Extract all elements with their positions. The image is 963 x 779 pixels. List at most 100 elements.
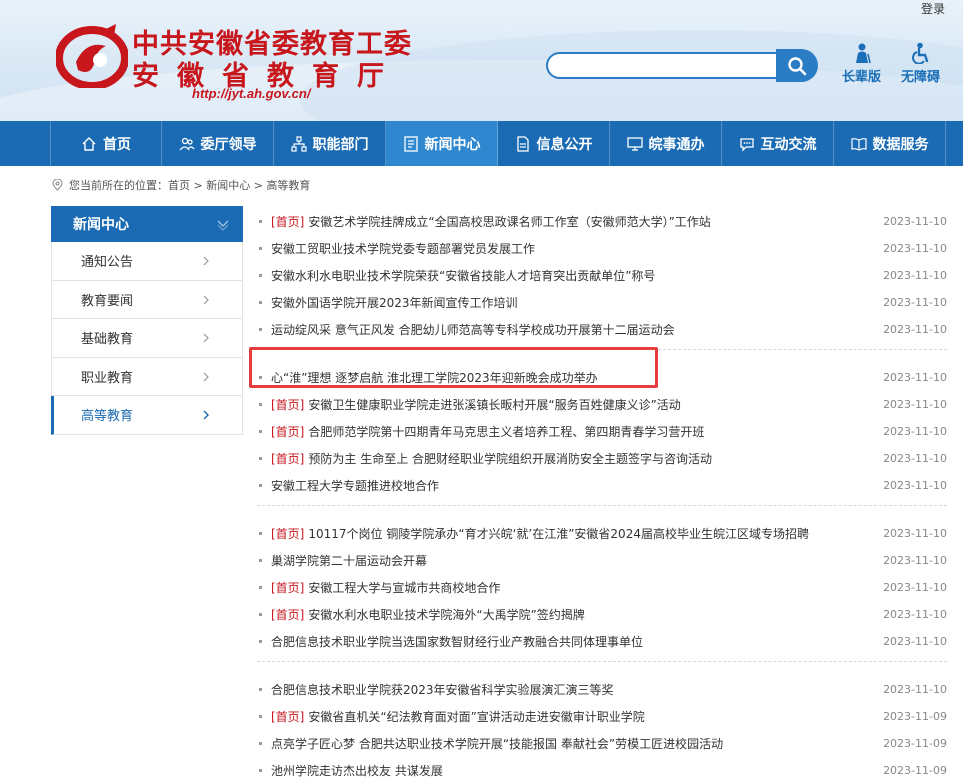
homepage-tag: [首页] — [271, 710, 305, 724]
logo-emblem-icon[interactable] — [56, 22, 128, 88]
news-title-link[interactable]: 运动绽风采 意气正风发 合肥幼儿师范高等专科学校成功开展第十二届运动会 — [271, 321, 675, 338]
bullet-icon — [259, 688, 262, 691]
nav-label: 互动交流 — [760, 136, 817, 153]
news-date: 2023-11-10 — [883, 554, 947, 567]
accessibility-button[interactable]: 无障碍 — [901, 42, 940, 85]
sidebar-item-education-news[interactable]: 教育要闻 — [51, 280, 243, 319]
sidebar-title-text: 新闻中心 — [73, 217, 129, 233]
news-date: 2023-11-10 — [883, 683, 947, 696]
nav-label: 首页 — [103, 136, 131, 153]
news-group: [首页] 10117个岗位 铜陵学院承办“育才兴皖‘就’在江淮”安徽省2024届高… — [257, 520, 947, 662]
main-nav: 首页 委厅领导 职能部门 新闻中心 信息公开 皖事通办 互动交流 数据服务 — [0, 121, 963, 166]
search-input[interactable] — [546, 52, 778, 79]
site-header: 登录 中共安徽省委教育工委 安徽省教育厅 http://jyt.ah.gov.c… — [0, 0, 963, 121]
homepage-tag: [首页] — [271, 527, 305, 541]
bullet-icon — [259, 769, 262, 772]
news-title-link[interactable]: 安徽外国语学院开展2023年新闻宣传工作培训 — [271, 294, 518, 311]
homepage-tag: [首页] — [271, 581, 305, 595]
news-title-link[interactable]: 点亮学子匠心梦 合肥共达职业技术学院开展“技能报国 奉献社会”劳模工匠进校园活动 — [271, 735, 723, 752]
elder-mode-button[interactable]: 长辈版 — [842, 42, 881, 85]
nav-item-leaders[interactable]: 委厅领导 — [162, 121, 274, 166]
sidebar-item-vocational-education[interactable]: 职业教育 — [51, 357, 243, 396]
news-title-link[interactable]: 安徽工程大学专题推进校地合作 — [271, 477, 439, 494]
news-item[interactable]: 安徽外国语学院开展2023年新闻宣传工作培训 2023-11-10 — [257, 289, 947, 316]
news-title-link[interactable]: 安徽卫生健康职业学院走进张溪镇长畈村开展“服务百姓健康义诊”活动 — [308, 396, 680, 413]
sidebar-item-label: 通知公告 — [81, 255, 134, 271]
news-title-link[interactable]: 安徽省直机关“纪法教育面对面”宣讲活动走进安徽审计职业学院 — [308, 708, 644, 725]
breadcrumb-prefix: 您当前所在的位置： — [69, 179, 168, 192]
location-pin-icon — [52, 179, 63, 191]
monitor-icon — [626, 136, 643, 151]
news-date: 2023-11-10 — [883, 452, 947, 465]
nav-item-departments[interactable]: 职能部门 — [274, 121, 386, 166]
elder-icon — [855, 43, 871, 64]
news-item[interactable]: 池州学院走访杰出校友 共谋发展 2023-11-09 — [257, 757, 947, 779]
breadcrumb-path[interactable]: 首页 > 新闻中心 > 高等教育 — [168, 177, 310, 193]
sidebar-item-label: 基础教育 — [81, 332, 134, 348]
news-title-link[interactable]: 巢湖学院第二十届运动会开幕 — [271, 552, 427, 569]
accessibility-icon — [911, 42, 928, 64]
news-title-link[interactable]: 合肥师范学院第十四期青年马克思主义者培养工程、第四期青春学习营开班 — [308, 423, 704, 440]
sidebar-item-label: 高等教育 — [81, 409, 134, 425]
bullet-icon — [259, 430, 262, 433]
news-item[interactable]: [首页] 安徽卫生健康职业学院走进张溪镇长畈村开展“服务百姓健康义诊”活动 2023… — [257, 391, 947, 418]
home-icon — [82, 136, 96, 151]
chevron-right-icon — [203, 295, 209, 304]
nav-item-info[interactable]: 信息公开 — [498, 121, 610, 166]
news-title-link[interactable]: 池州学院走访杰出校友 共谋发展 — [271, 762, 443, 779]
nav-item-news[interactable]: 新闻中心 — [386, 121, 498, 166]
news-item[interactable]: 运动绽风采 意气正风发 合肥幼儿师范高等专科学校成功开展第十二届运动会 2023-… — [257, 316, 947, 343]
chevron-right-icon — [203, 333, 209, 343]
nav-label: 新闻中心 — [424, 136, 481, 153]
news-item[interactable]: 安徽工贸职业技术学院党委专题部署党员发展工作 2023-11-10 — [257, 235, 947, 262]
bullet-icon — [259, 742, 262, 745]
bullet-icon — [259, 220, 262, 223]
nav-label: 皖事通办 — [648, 136, 705, 153]
nav-item-interaction[interactable]: 互动交流 — [722, 121, 834, 166]
homepage-tag: [首页] — [271, 608, 305, 622]
news-item[interactable]: 点亮学子匠心梦 合肥共达职业技术学院开展“技能报国 奉献社会”劳模工匠进校园活动… — [257, 730, 947, 757]
news-date: 2023-11-09 — [883, 737, 947, 750]
news-date: 2023-11-10 — [883, 371, 947, 384]
news-item[interactable]: [首页] 安徽工程大学与宣城市共商校地合作 2023-11-10 — [257, 574, 947, 601]
chevron-right-icon — [203, 256, 209, 266]
bullet-icon — [259, 403, 262, 406]
news-item[interactable]: [首页] 安徽省直机关“纪法教育面对面”宣讲活动走进安徽审计职业学院 2023-11… — [257, 703, 947, 730]
news-item[interactable]: 安徽水利水电职业技术学院荣获“安徽省技能人才培育突出贡献单位”称号 2023-11… — [257, 262, 947, 289]
news-item[interactable]: 合肥信息技术职业学院当选国家数智财经行业产教融合共同体理事单位 2023-11-1… — [257, 628, 947, 655]
news-title-link[interactable]: 安徽水利水电职业技术学院海外“大禹学院”签约揭牌 — [308, 606, 584, 623]
login-link[interactable]: 登录 — [921, 0, 945, 17]
news-title-link[interactable]: 合肥信息技术职业学院获2023年安徽省科学实验展演汇演三等奖 — [271, 681, 614, 698]
news-item[interactable]: [首页] 合肥师范学院第十四期青年马克思主义者培养工程、第四期青春学习营开班 202… — [257, 418, 947, 445]
news-item[interactable]: 巢湖学院第二十届运动会开幕 2023-11-10 — [257, 547, 947, 574]
news-title-link[interactable]: 预防为主 生命至上 合肥财经职业学院组织开展消防安全主题签字与咨询活动 — [308, 450, 712, 467]
sidebar-item-notices[interactable]: 通知公告 — [51, 242, 243, 281]
news-item[interactable]: [首页] 10117个岗位 铜陵学院承办“育才兴皖‘就’在江淮”安徽省2024届高… — [257, 520, 947, 547]
news-title-link[interactable]: 安徽水利水电职业技术学院荣获“安徽省技能人才培育突出贡献单位”称号 — [271, 267, 655, 284]
nav-label: 委厅领导 — [200, 136, 257, 153]
search-button[interactable] — [776, 49, 818, 82]
news-item[interactable]: [首页] 安徽水利水电职业技术学院海外“大禹学院”签约揭牌 2023-11-10 — [257, 601, 947, 628]
homepage-tag: [首页] — [271, 398, 305, 412]
news-title-link[interactable]: 合肥信息技术职业学院当选国家数智财经行业产教融合共同体理事单位 — [271, 633, 643, 650]
news-title-link[interactable]: 安徽艺术学院挂牌成立“全国高校思政课名师工作室（安徽师范大学）”工作站 — [308, 213, 710, 230]
news-item[interactable]: 安徽工程大学专题推进校地合作 2023-11-10 — [257, 472, 947, 499]
chevron-right-icon — [203, 372, 209, 381]
nav-item-data[interactable]: 数据服务 — [834, 121, 946, 166]
news-title-link[interactable]: 安徽工贸职业技术学院党委专题部署党员发展工作 — [271, 240, 535, 257]
news-item[interactable]: 合肥信息技术职业学院获2023年安徽省科学实验展演汇演三等奖 2023-11-10 — [257, 676, 947, 703]
highlight-box — [249, 347, 658, 388]
news-title-link[interactable]: 安徽工程大学与宣城市共商校地合作 — [308, 579, 500, 596]
document-icon — [516, 135, 529, 152]
sidebar-item-basic-education[interactable]: 基础教育 — [51, 319, 243, 358]
news-item[interactable]: [首页] 安徽艺术学院挂牌成立“全国高校思政课名师工作室（安徽师范大学）”工作站 2… — [257, 208, 947, 235]
nav-item-home[interactable]: 首页 — [50, 121, 162, 166]
news-item[interactable]: [首页] 预防为主 生命至上 合肥财经职业学院组织开展消防安全主题签字与咨询活动 2… — [257, 445, 947, 472]
accessibility-label: 无障碍 — [901, 70, 941, 85]
sidebar-item-higher-education[interactable]: 高等教育 — [51, 396, 243, 435]
news-title-link[interactable]: 10117个岗位 铜陵学院承办“育才兴皖‘就’在江淮”安徽省2024届高校毕业生… — [308, 525, 809, 542]
bullet-icon — [259, 640, 262, 643]
logo-url: http://jyt.ah.gov.cn/ — [192, 86, 311, 101]
nav-item-services[interactable]: 皖事通办 — [610, 121, 722, 166]
bullet-icon — [259, 457, 262, 460]
